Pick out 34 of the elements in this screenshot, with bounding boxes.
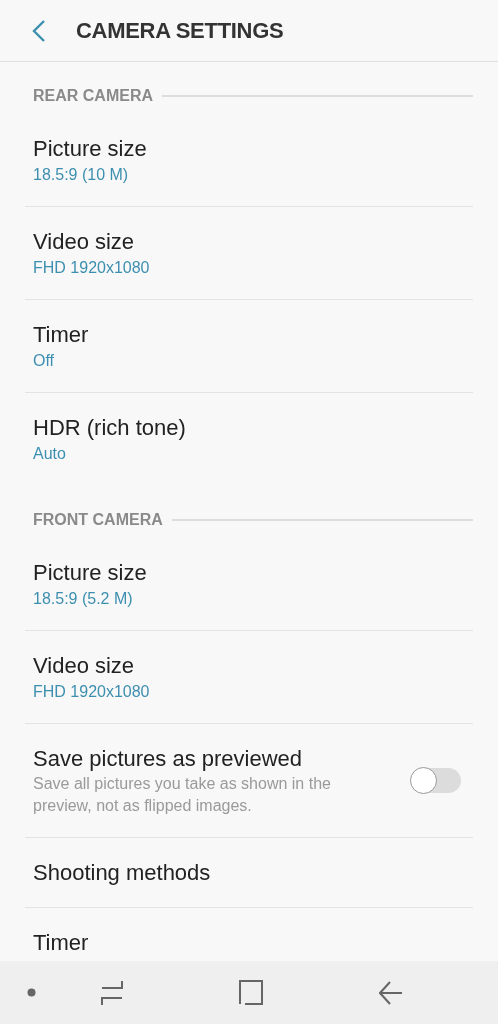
- setting-title: Save pictures as previewed: [33, 745, 303, 774]
- setting-title: Picture size: [33, 135, 147, 164]
- setting-title: Video size: [33, 228, 135, 257]
- settings-item[interactable]: Video size FHD 1920x1080: [25, 207, 473, 301]
- settings-item[interactable]: HDR (rich tone) Auto: [25, 393, 473, 487]
- back-icon[interactable]: [379, 980, 403, 1005]
- setting-title: Timer: [33, 929, 89, 958]
- settings-item[interactable]: Timer: [25, 908, 473, 962]
- setting-title: Picture size: [33, 559, 147, 588]
- settings-item[interactable]: Shooting methods: [25, 838, 473, 909]
- settings-item[interactable]: Picture size 18.5:9 (5.2 M): [25, 538, 473, 632]
- dot-icon[interactable]: [27, 988, 36, 998]
- setting-value: 18.5:9 (5.2 M): [33, 589, 133, 610]
- settings-item[interactable]: Video size FHD 1920x1080: [25, 631, 473, 725]
- setting-value: 18.5:9 (10 M): [33, 165, 129, 186]
- setting-title: Shooting methods: [33, 859, 211, 888]
- toggle-switch[interactable]: [411, 768, 461, 794]
- setting-value: Off: [33, 351, 55, 372]
- home-icon[interactable]: [239, 980, 263, 1006]
- setting-title: HDR (rich tone): [33, 414, 186, 443]
- screen-title: CAMERA SETTINGS: [76, 17, 284, 44]
- settings-item[interactable]: Timer Off: [25, 300, 473, 394]
- setting-value: Auto: [33, 444, 66, 465]
- section-header: FRONT CAMERA: [33, 511, 163, 530]
- recent-apps-icon[interactable]: [100, 979, 124, 1006]
- back-icon: [32, 19, 46, 42]
- setting-description: Save all pictures you take as shown in the preview, not as flipped images.: [33, 774, 332, 817]
- setting-value: FHD 1920x1080: [33, 682, 150, 703]
- settings-item[interactable]: Save pictures as previewed Save all pictures you take as shown in the preview, not as flipped images.: [25, 724, 473, 839]
- setting-value: FHD 1920x1080: [33, 258, 150, 279]
- section-header: REAR CAMERA: [33, 87, 153, 106]
- settings-item[interactable]: Picture size 18.5:9 (10 M): [25, 114, 473, 208]
- setting-title: Timer: [33, 321, 89, 350]
- setting-title: Video size: [33, 652, 135, 681]
